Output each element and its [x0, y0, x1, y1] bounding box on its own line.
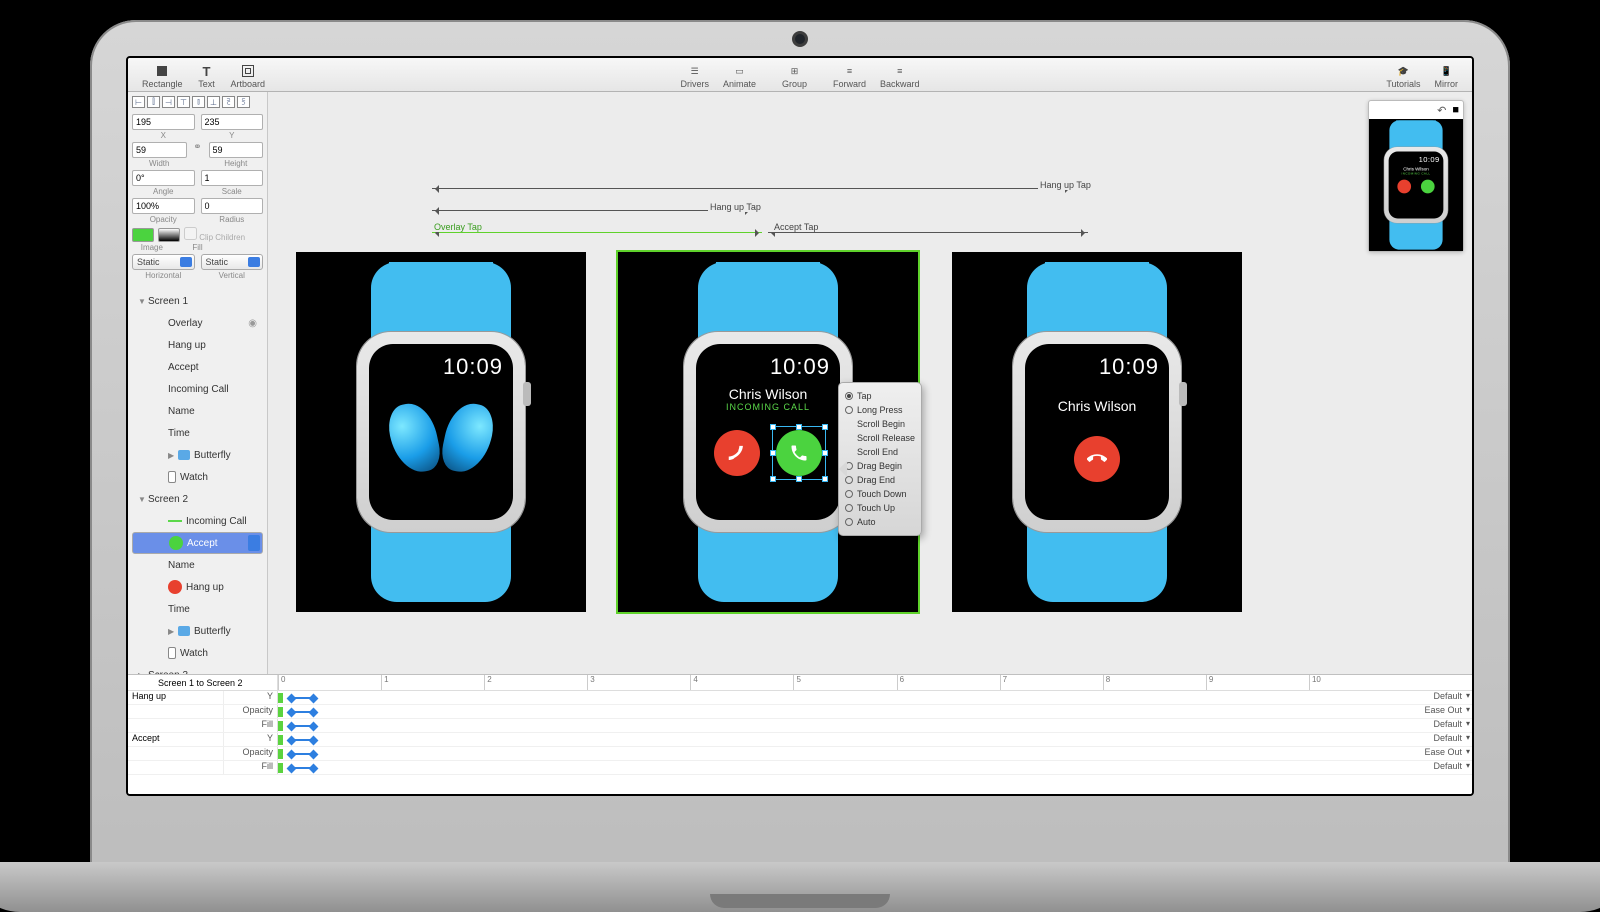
tool-rectangle[interactable]: Rectangle: [136, 63, 189, 89]
layer-incoming-call[interactable]: Incoming Call: [132, 378, 263, 400]
tool-text[interactable]: TText: [191, 63, 223, 89]
timeline-row[interactable]: OpacityEase Out: [128, 705, 1472, 719]
incoming-label: INCOMING CALL: [706, 402, 830, 412]
watch-time: 10:09: [1035, 354, 1159, 380]
tool-drivers[interactable]: ☰Drivers: [674, 63, 715, 89]
timeline-ruler[interactable]: 012345678910: [278, 675, 1412, 690]
layer-screen-2[interactable]: ▼Screen 2: [132, 488, 263, 510]
timeline-row[interactable]: FillDefault: [128, 719, 1472, 733]
arrow-hangup-tap-2: [432, 188, 1072, 189]
arrow-hangup-tap: [432, 210, 752, 211]
watch-time: 10:09: [379, 354, 503, 380]
timeline-row[interactable]: OpacityEase Out: [128, 747, 1472, 761]
layer-incoming-call[interactable]: Incoming Call: [132, 510, 263, 532]
layer-hang-up[interactable]: Hang up: [132, 576, 263, 598]
layer-accept[interactable]: Accept: [132, 532, 263, 554]
layer-watch[interactable]: Watch: [132, 642, 263, 664]
align-left-icon: ⊢: [132, 96, 145, 108]
layer-time[interactable]: Time: [132, 598, 263, 620]
layer-hang-up[interactable]: Hang up: [132, 334, 263, 356]
input-x[interactable]: [132, 114, 195, 130]
timeline-panel: Screen 1 to Screen 2 012345678910 Hang u…: [128, 674, 1472, 794]
layer-name[interactable]: Name: [132, 554, 263, 576]
layers-panel: ▼Screen 1Overlay◉Hang upAcceptIncoming C…: [132, 290, 263, 674]
gesture-option-long-press[interactable]: Long Press: [843, 403, 917, 417]
arrow-accept-tap: [768, 232, 1088, 233]
image-swatch[interactable]: [132, 228, 154, 242]
hangup-button[interactable]: [1074, 436, 1120, 482]
hangup-button[interactable]: [714, 430, 760, 476]
gesture-option-scroll-begin[interactable]: Scroll Begin: [843, 417, 917, 431]
artboard-screen-1[interactable]: 10:09: [296, 252, 586, 612]
selection-box: [772, 426, 826, 480]
butterfly-icon: [391, 403, 491, 483]
accept-button[interactable]: [776, 430, 822, 476]
gesture-option-touch-up[interactable]: Touch Up: [843, 501, 917, 515]
tool-forward[interactable]: ≡Forward: [827, 63, 872, 89]
undo-icon[interactable]: ↶: [1437, 104, 1446, 117]
gesture-option-scroll-end[interactable]: Scroll End: [843, 445, 917, 459]
lock-icon[interactable]: ⚭: [193, 142, 203, 168]
gesture-option-drag-end[interactable]: Drag End: [843, 473, 917, 487]
arrow-overlay-tap: [432, 232, 762, 233]
vertical-mode-select[interactable]: Static: [201, 254, 264, 270]
input-height[interactable]: [209, 142, 264, 158]
layer-watch[interactable]: Watch: [132, 466, 263, 488]
tool-group[interactable]: ⊞Group: [776, 63, 813, 89]
horizontal-mode-select[interactable]: Static: [132, 254, 195, 270]
canvas[interactable]: Hang up Tap Hang up Tap Overlay Tap Acce…: [268, 92, 1472, 674]
tool-artboard[interactable]: Artboard: [225, 63, 272, 89]
camera-dot: [795, 34, 805, 44]
timeline-row[interactable]: AcceptYDefault: [128, 733, 1472, 747]
gesture-option-scroll-release[interactable]: Scroll Release: [843, 431, 917, 445]
layer-accept[interactable]: Accept: [132, 356, 263, 378]
laptop-base: [0, 862, 1600, 912]
timeline-row[interactable]: Hang upYDefault: [128, 691, 1472, 705]
timeline-title: Screen 1 to Screen 2: [128, 675, 278, 690]
preview-window[interactable]: ↶ ■ 10:09 Chris Wilson INCOMING CALL: [1368, 100, 1464, 252]
watch-time: 10:09: [706, 354, 830, 380]
fill-swatch[interactable]: [158, 228, 180, 242]
arrow-label: Overlay Tap: [432, 222, 484, 232]
layer-butterfly[interactable]: ▶Butterfly: [132, 444, 263, 466]
caller-name: Chris Wilson: [1035, 398, 1159, 414]
align-controls[interactable]: ⊢⫿⊣⊤⫾⊥⫔⫓: [132, 96, 263, 108]
layer-name[interactable]: Name: [132, 400, 263, 422]
inspector-panel: ⊢⫿⊣⊤⫾⊥⫔⫓ X Y Width ⚭ Height Angle Scale …: [128, 92, 268, 674]
caller-name: Chris Wilson: [706, 386, 830, 402]
gesture-option-touch-down[interactable]: Touch Down: [843, 487, 917, 501]
gesture-popover: TapLong PressScroll BeginScroll ReleaseS…: [838, 382, 922, 536]
gesture-option-drag-begin[interactable]: Drag Begin: [843, 459, 917, 473]
gesture-option-tap[interactable]: Tap: [843, 389, 917, 403]
layer-screen-3[interactable]: ▶Screen 3: [132, 664, 263, 674]
input-y[interactable]: [201, 114, 264, 130]
tool-backward[interactable]: ≡Backward: [874, 63, 926, 89]
gesture-option-auto[interactable]: Auto: [843, 515, 917, 529]
layer-time[interactable]: Time: [132, 422, 263, 444]
app-window: Rectangle TText Artboard ☰Drivers ▭Anima…: [126, 56, 1474, 796]
tool-animate[interactable]: ▭Animate: [717, 63, 762, 89]
input-width[interactable]: [132, 142, 187, 158]
toolbar: Rectangle TText Artboard ☰Drivers ▭Anima…: [128, 58, 1472, 92]
layer-overlay[interactable]: Overlay◉: [132, 312, 263, 334]
layer-screen-1[interactable]: ▼Screen 1: [132, 290, 263, 312]
arrow-label: Hang up Tap: [1038, 180, 1093, 190]
laptop-frame: Rectangle TText Artboard ☰Drivers ▭Anima…: [90, 20, 1510, 880]
input-radius[interactable]: [201, 198, 264, 214]
arrow-label: Accept Tap: [772, 222, 820, 232]
tool-tutorials[interactable]: 🎓Tutorials: [1380, 63, 1426, 89]
record-icon[interactable]: ■: [1452, 104, 1459, 116]
input-scale[interactable]: [201, 170, 264, 186]
tool-mirror[interactable]: 📱Mirror: [1429, 63, 1465, 89]
clip-children-checkbox[interactable]: [184, 227, 197, 240]
artboard-screen-3[interactable]: 10:09 Chris Wilson: [952, 252, 1242, 612]
input-angle[interactable]: [132, 170, 195, 186]
timeline-row[interactable]: FillDefault: [128, 761, 1472, 775]
arrow-label: Hang up Tap: [708, 202, 763, 212]
input-opacity[interactable]: [132, 198, 195, 214]
layer-butterfly[interactable]: ▶Butterfly: [132, 620, 263, 642]
